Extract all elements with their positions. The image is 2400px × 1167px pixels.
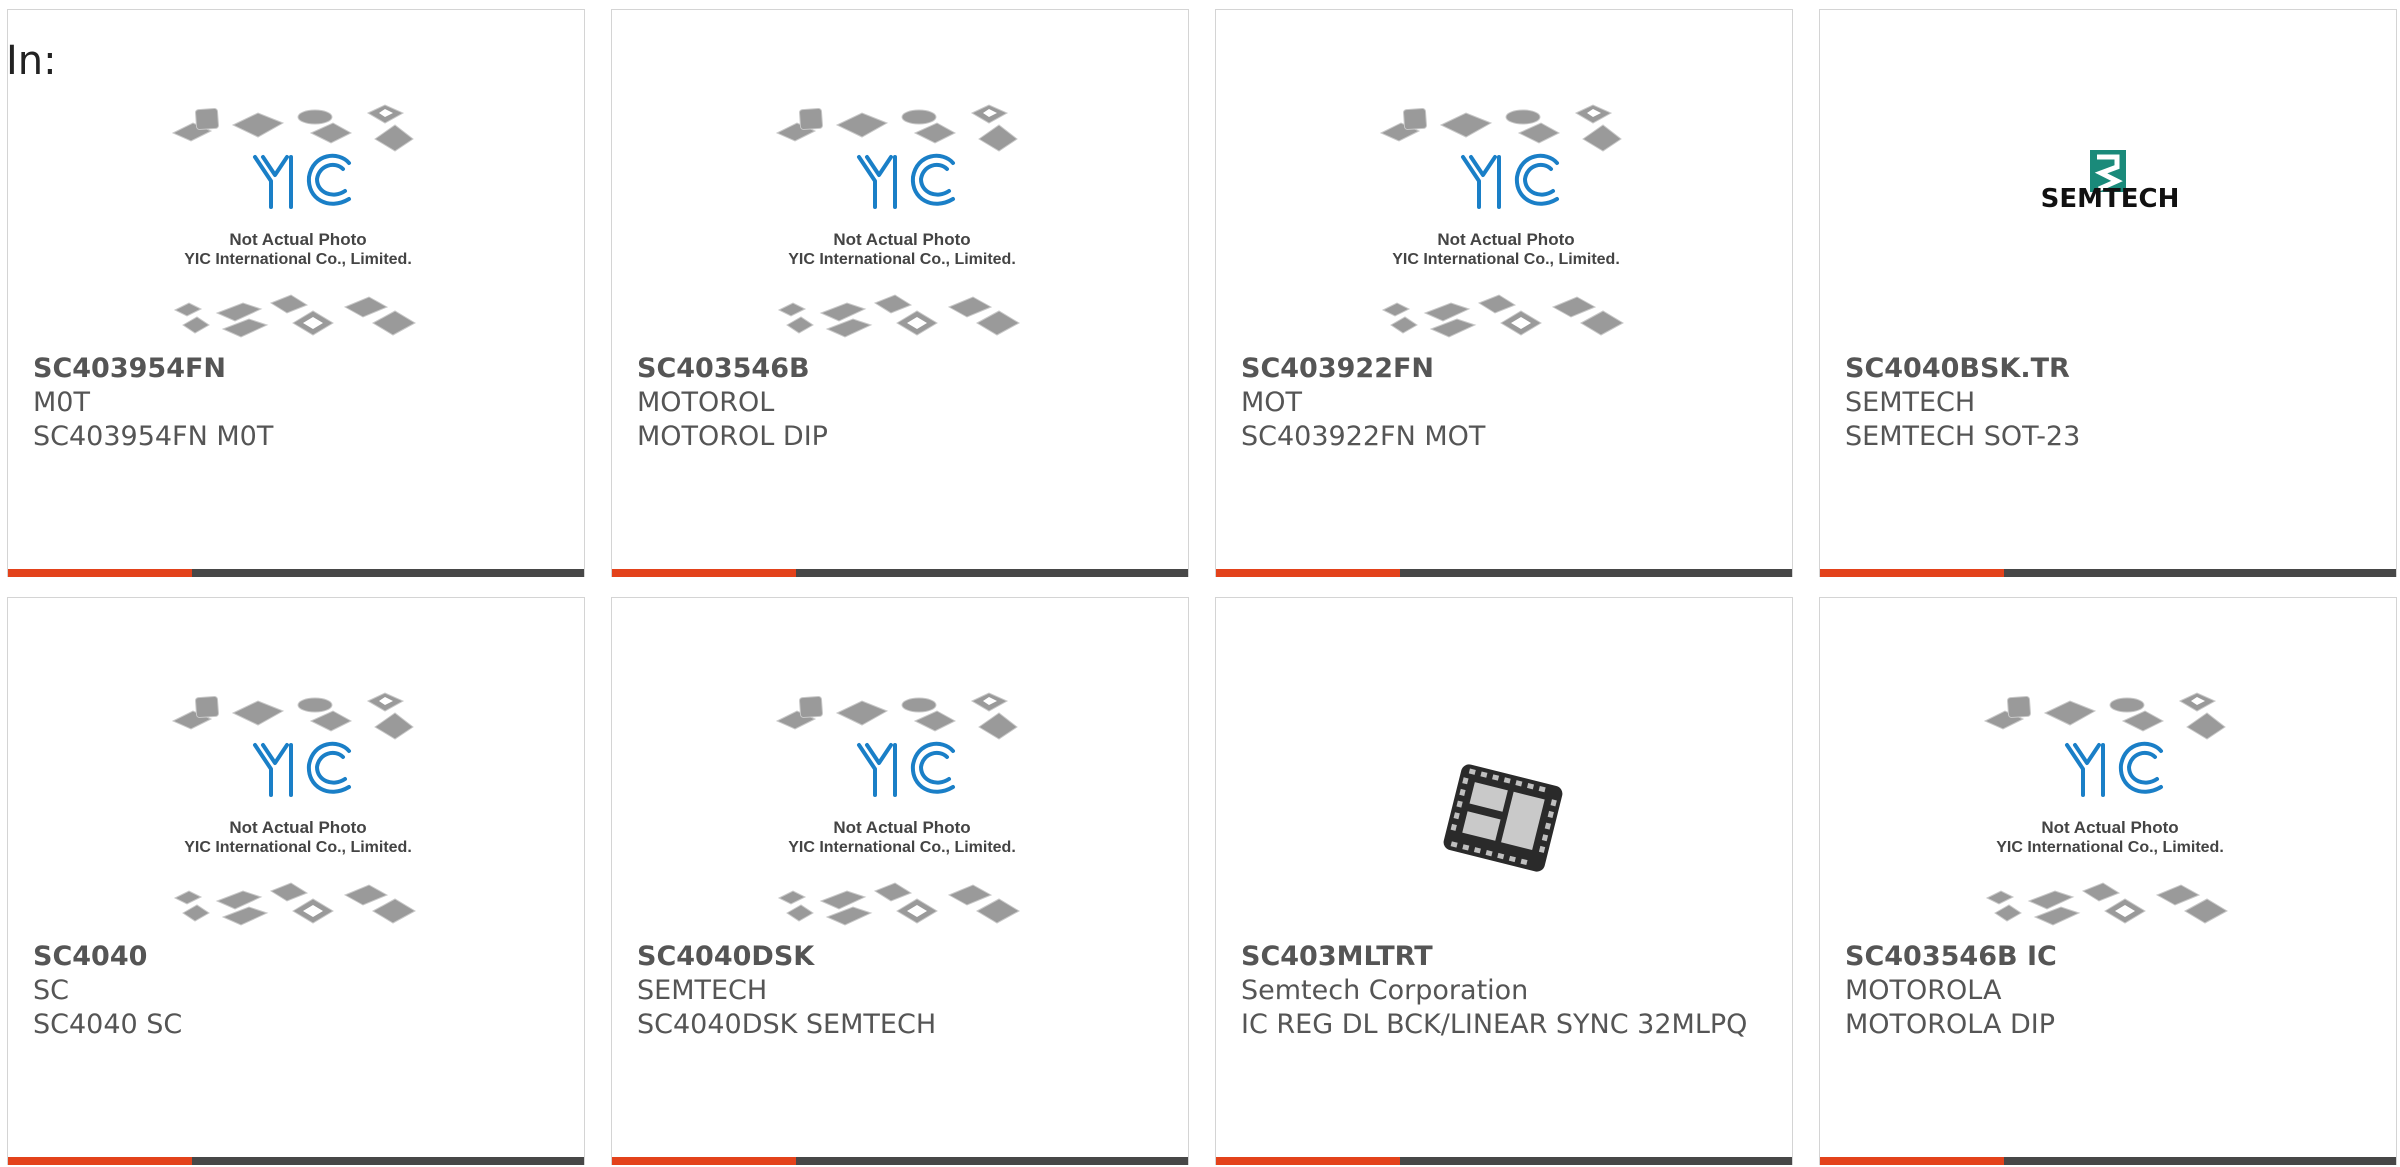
- card-dark-stripe: [1400, 1157, 1792, 1165]
- product-info: SC403MLTRT Semtech Corporation IC REG DL B…: [1241, 940, 1772, 1042]
- description: SC4040 SC: [33, 1009, 183, 1040]
- card-dark-stripe: [192, 569, 584, 577]
- placeholder-line2: YIC International Co., Limited.: [1996, 839, 2224, 856]
- card-accent-stripe: [1216, 1157, 1400, 1165]
- product-card[interactable]: Not Actual Photo YIC International Co., …: [1819, 597, 2397, 1165]
- product-card[interactable]: SEMTECH SC4040BSK.TR SEMTECH SEMTECH SOT-2…: [1819, 9, 2397, 577]
- card-footer-bar: [8, 1157, 584, 1165]
- card-footer-bar: [1216, 569, 1792, 577]
- description: SC403954FN M0T: [33, 421, 274, 452]
- card-accent-stripe: [8, 569, 192, 577]
- product-info: SC4040DSK SEMTECH SC4040DSK SEMTECH: [637, 940, 1168, 1042]
- product-card[interactable]: Not Actual Photo YIC International Co., …: [7, 9, 585, 577]
- card-footer-bar: [1216, 1157, 1792, 1165]
- product-info: SC403922FN MOT SC403922FN MOT: [1241, 352, 1772, 454]
- placeholder-line2: YIC International Co., Limited.: [788, 251, 1016, 268]
- placeholder-line2: YIC International Co., Limited.: [184, 251, 412, 268]
- card-accent-stripe: [1820, 1157, 2004, 1165]
- product-info: SC403546B IC MOTOROLA MOTOROLA DIP: [1845, 940, 2376, 1042]
- description: SEMTECH SOT-23: [1845, 421, 2081, 452]
- card-dark-stripe: [2004, 1157, 2396, 1165]
- manufacturer: MOTOROLA: [1845, 975, 2002, 1006]
- placeholder-line1: Not Actual Photo: [229, 818, 366, 837]
- product-card[interactable]: SC403MLTRT Semtech Corporation IC REG DL B…: [1215, 597, 1793, 1165]
- description: SC403922FN MOT: [1241, 421, 1486, 452]
- product-info: SC4040BSK.TR SEMTECH SEMTECH SOT-23: [1845, 352, 2376, 454]
- product-info: SC4040 SC SC4040 SC: [33, 940, 564, 1042]
- description: MOTOROLA DIP: [1845, 1009, 2056, 1040]
- product-card[interactable]: Not Actual Photo YIC International Co., …: [611, 9, 1189, 577]
- description: IC REG DL BCK/LINEAR SYNC 32MLPQ: [1241, 1009, 1748, 1040]
- card-dark-stripe: [796, 569, 1188, 577]
- not-actual-photo-image[interactable]: Not Actual Photo YIC International Co., …: [1975, 683, 2245, 943]
- card-footer-bar: [1820, 569, 2396, 577]
- card-dark-stripe: [796, 1157, 1188, 1165]
- manufacturer: MOTOROL: [637, 387, 775, 418]
- product-info: SC403954FN M0T SC403954FN M0T: [33, 352, 564, 454]
- placeholder-line1: Not Actual Photo: [1437, 230, 1574, 249]
- placeholder-line2: YIC International Co., Limited.: [1392, 251, 1620, 268]
- placeholder-line2: YIC International Co., Limited.: [184, 839, 412, 856]
- placeholder-line2: YIC International Co., Limited.: [788, 839, 1016, 856]
- not-actual-photo-image[interactable]: Not Actual Photo YIC International Co., …: [163, 683, 433, 943]
- not-actual-photo-image[interactable]: Not Actual Photo YIC International Co., …: [163, 95, 433, 355]
- manufacturer: SC: [33, 975, 69, 1006]
- card-footer-bar: [1820, 1157, 2396, 1165]
- part-number[interactable]: SC4040DSK: [637, 940, 1168, 974]
- placeholder-line1: Not Actual Photo: [2041, 818, 2178, 837]
- card-accent-stripe: [1216, 569, 1400, 577]
- product-card[interactable]: Not Actual Photo YIC International Co., …: [1215, 9, 1793, 577]
- card-accent-stripe: [8, 1157, 192, 1165]
- manufacturer: SEMTECH: [1845, 387, 1976, 418]
- description: MOTOROL DIP: [637, 421, 828, 452]
- manufacturer: SEMTECH: [637, 975, 768, 1006]
- card-footer-bar: [612, 1157, 1188, 1165]
- product-card[interactable]: Not Actual Photo YIC International Co., …: [611, 597, 1189, 1165]
- product-grid: Not Actual Photo YIC International Co., …: [7, 9, 2400, 1165]
- description: SC4040DSK SEMTECH: [637, 1009, 937, 1040]
- semtech-wordmark: SEMTECH: [2041, 184, 2180, 214]
- card-dark-stripe: [192, 1157, 584, 1165]
- card-footer-bar: [612, 569, 1188, 577]
- part-number[interactable]: SC403546B: [637, 352, 1168, 386]
- product-card[interactable]: Not Actual Photo YIC International Co., …: [7, 597, 585, 1165]
- part-number[interactable]: SC4040BSK.TR: [1845, 352, 2376, 386]
- product-grid-page: In: Not Actual Photo YIC International C…: [0, 0, 2400, 1167]
- part-number[interactable]: SC403954FN: [33, 352, 564, 386]
- in-label: In:: [6, 38, 57, 84]
- part-number[interactable]: SC4040: [33, 940, 564, 974]
- not-actual-photo-image[interactable]: Not Actual Photo YIC International Co., …: [1371, 95, 1641, 355]
- part-number[interactable]: SC403MLTRT: [1241, 940, 1772, 974]
- not-actual-photo-image[interactable]: Not Actual Photo YIC International Co., …: [767, 683, 1037, 943]
- not-actual-photo-image[interactable]: Not Actual Photo YIC International Co., …: [767, 95, 1037, 355]
- product-info: SC403546B MOTOROL MOTOROL DIP: [637, 352, 1168, 454]
- card-dark-stripe: [1400, 569, 1792, 577]
- card-dark-stripe: [2004, 569, 2396, 577]
- card-accent-stripe: [612, 1157, 796, 1165]
- card-accent-stripe: [612, 569, 796, 577]
- manufacturer: Semtech Corporation: [1241, 975, 1529, 1006]
- placeholder-line1: Not Actual Photo: [229, 230, 366, 249]
- manufacturer: MOT: [1241, 387, 1303, 418]
- part-number[interactable]: SC403922FN: [1241, 352, 1772, 386]
- part-number[interactable]: SC403546B IC: [1845, 940, 2376, 974]
- placeholder-line1: Not Actual Photo: [833, 818, 970, 837]
- chip-photo-image[interactable]: [1371, 683, 1641, 943]
- card-footer-bar: [8, 569, 584, 577]
- card-accent-stripe: [1820, 569, 2004, 577]
- semtech-logo-image[interactable]: SEMTECH: [1975, 95, 2245, 355]
- placeholder-line1: Not Actual Photo: [833, 230, 970, 249]
- manufacturer: M0T: [33, 387, 90, 418]
